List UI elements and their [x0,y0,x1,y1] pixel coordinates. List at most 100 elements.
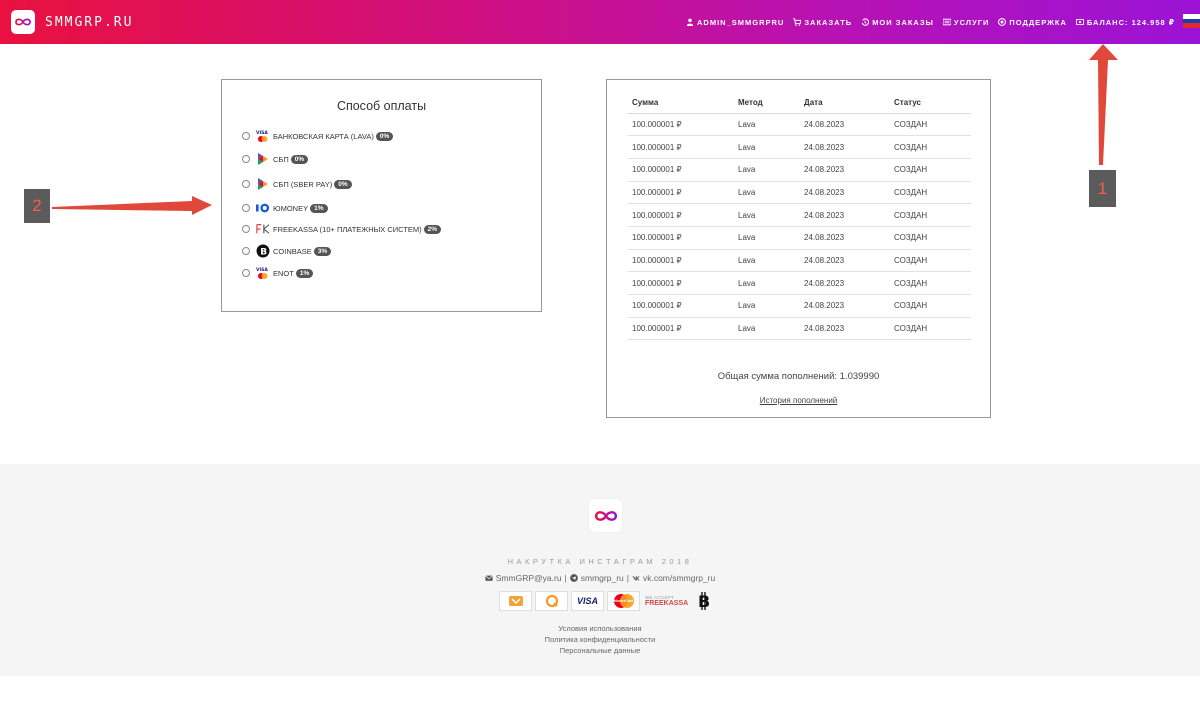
bitcoin-icon: B [256,244,270,258]
cell-date: 24.08.2023 [799,317,889,341]
radio-button[interactable] [242,155,250,163]
annotation-arrow-2 [52,196,212,215]
payment-option-sbp[interactable]: СБП 0% [242,152,309,166]
nav-item-order[interactable]: ЗАКАЗАТЬ [793,18,852,27]
footer-payment-badges: VISA MasterCard WE ACCEPT FREEKASSA B [499,591,714,611]
telegram-icon [569,574,578,582]
cell-amount: 100.000001 ₽ [627,135,733,159]
payment-option-sber-pay[interactable]: СБП (SBER PAY) 0% [242,177,352,191]
brand-name: SMMGRP.RU [45,14,134,30]
cell-status: СОЗДАН [889,113,971,137]
separator: | [564,573,567,583]
table-row: 100.000001 ₽ Lava 24.08.2023 СОЗДАН [627,271,971,295]
payment-option-yoomoney[interactable]: ЮMONEY 1% [242,201,328,215]
nav-item-label: БАЛАНС: 124.958 ₽ [1086,17,1175,27]
payment-option-label: COINBASE [273,246,312,256]
radio-button[interactable] [242,180,250,188]
column-header-date: Дата [799,92,889,114]
payment-option-freekassa[interactable]: FREEKASSA (10+ ПЛАТЕЖНЫХ СИСТЕМ) 2% [242,222,442,236]
payment-option-label: СБП [273,154,289,164]
cell-date: 24.08.2023 [799,113,889,137]
radio-button[interactable] [242,269,250,277]
payment-method-title: Способ оплаты [336,99,427,113]
transactions-panel: Сумма Метод Дата Статус 100.000001 ₽ Lava… [606,79,991,418]
cell-method: Lava [733,226,799,250]
top-navbar: SMMGRP.RU ADMIN_SMMGRPRU ЗАКАЗАТЬ МОИ ЗА… [0,0,1200,44]
support-icon [998,18,1007,26]
infinity-logo-icon[interactable] [589,499,622,532]
brand[interactable]: SMMGRP.RU [11,10,133,34]
footer-email-link[interactable]: SmmGRP@ya.ru [496,573,562,583]
nav-item-label: ЗАКАЗАТЬ [804,17,853,27]
sbp-icon [256,152,270,166]
table-row: 100.000001 ₽ Lava 24.08.2023 СОЗДАН [627,181,971,205]
cell-method: Lava [733,113,799,137]
nav-item-services[interactable]: УСЛУГИ [942,18,989,27]
column-header-amount: Сумма [627,92,733,114]
radio-button[interactable] [242,225,250,233]
table-row: 100.000001 ₽ Lava 24.08.2023 СОЗДАН [627,113,971,137]
freekassa-icon [256,222,270,236]
terms-link[interactable]: Условия использования [0,623,1200,634]
table-row: 100.000001 ₽ Lava 24.08.2023 СОЗДАН [627,158,971,182]
flag-stripe-red [1183,23,1200,28]
vk-icon [632,576,640,581]
freekassa-brand-label: FREEKASSA [645,600,689,607]
table-row: 100.000001 ₽ Lava 24.08.2023 СОЗДАН [627,226,971,250]
payment-option-label: ЮMONEY [273,203,309,213]
language-flag-ru[interactable] [1183,14,1200,28]
footer-telegram-link[interactable]: smmgrp_ru [581,573,624,583]
privacy-policy-link[interactable]: Политика конфиденциальности [0,634,1200,645]
fee-badge: 1% [295,268,314,278]
fee-badge: 1% [310,203,328,213]
user-icon [686,18,694,26]
nav-item-label: ADMIN_SMMGRPRU [697,17,785,27]
nav-item-my-orders[interactable]: МОИ ЗАКАЗЫ [861,18,934,27]
qiwi-badge-icon [535,591,568,611]
annotation-arrow-1 [1089,44,1118,165]
payment-method-panel: Способ оплаты VISA БАНКОВСКАЯ КАРТА (LAV… [221,79,542,312]
payment-option-coinbase[interactable]: B COINBASE 3% [242,244,332,258]
table-row: 100.000001 ₽ Lava 24.08.2023 СОЗДАН [627,203,971,227]
cell-method: Lava [733,135,799,159]
cell-amount: 100.000001 ₽ [627,294,733,318]
payment-option-label: СБП (SBER PAY) [273,179,333,189]
annotation-marker-1: 1 [1089,170,1116,207]
fee-badge: 0% [375,131,394,141]
table-header-row: Сумма Метод Дата Статус [627,92,971,114]
email-icon [484,575,493,581]
annotation-marker-2: 2 [24,189,50,223]
cell-method: Lava [733,249,799,273]
payment-option-label: FREEKASSA (10+ ПЛАТЕЖНЫХ СИСТЕМ) [273,224,422,234]
deposit-history-link[interactable]: История пополнений [607,396,990,405]
transactions-table: Сумма Метод Дата Статус 100.000001 ₽ Lava… [627,92,971,341]
radio-button[interactable] [242,204,250,212]
cell-amount: 100.000001 ₽ [627,158,733,182]
wallet-icon [1075,19,1084,25]
visa-badge-label: VISA [576,596,598,606]
fee-badge: 0% [334,179,352,189]
cell-status: СОЗДАН [889,135,971,159]
footer-contacts: SmmGRP@ya.ru | smmgrp_ru | vk.com/smmgrp… [0,573,1200,583]
cell-amount: 100.000001 ₽ [627,113,733,137]
nav-item-account[interactable]: ADMIN_SMMGRPRU [686,18,784,27]
footer-links: Условия использования Политика конфиденц… [0,623,1200,656]
nav-item-support[interactable]: ПОДДЕРЖКА [998,18,1067,27]
payment-option-enot[interactable]: VISA ENOT 1% [242,266,314,280]
visa-mastercard-icon: VISA [256,266,270,280]
cell-status: СОЗДАН [889,181,971,205]
cell-status: СОЗДАН [889,158,971,182]
cell-status: СОЗДАН [889,249,971,273]
nav-item-balance[interactable]: БАЛАНС: 124.958 ₽ [1075,17,1175,27]
footer-vk-link[interactable]: vk.com/smmgrp_ru [643,573,715,583]
radio-button[interactable] [242,132,250,140]
payment-option-lava[interactable]: VISA БАНКОВСКАЯ КАРТА (LAVA) 0% [242,129,394,143]
cell-date: 24.08.2023 [799,226,889,250]
svg-text:VISA: VISA [256,130,268,136]
mastercard-badge-label: MasterCard [613,599,634,603]
payment-option-label: БАНКОВСКАЯ КАРТА (LAVA) [273,131,374,141]
visa-mastercard-icon: VISA [256,129,270,143]
personal-data-link[interactable]: Персональные данные [0,645,1200,656]
cell-method: Lava [733,317,799,341]
radio-button[interactable] [242,247,250,255]
